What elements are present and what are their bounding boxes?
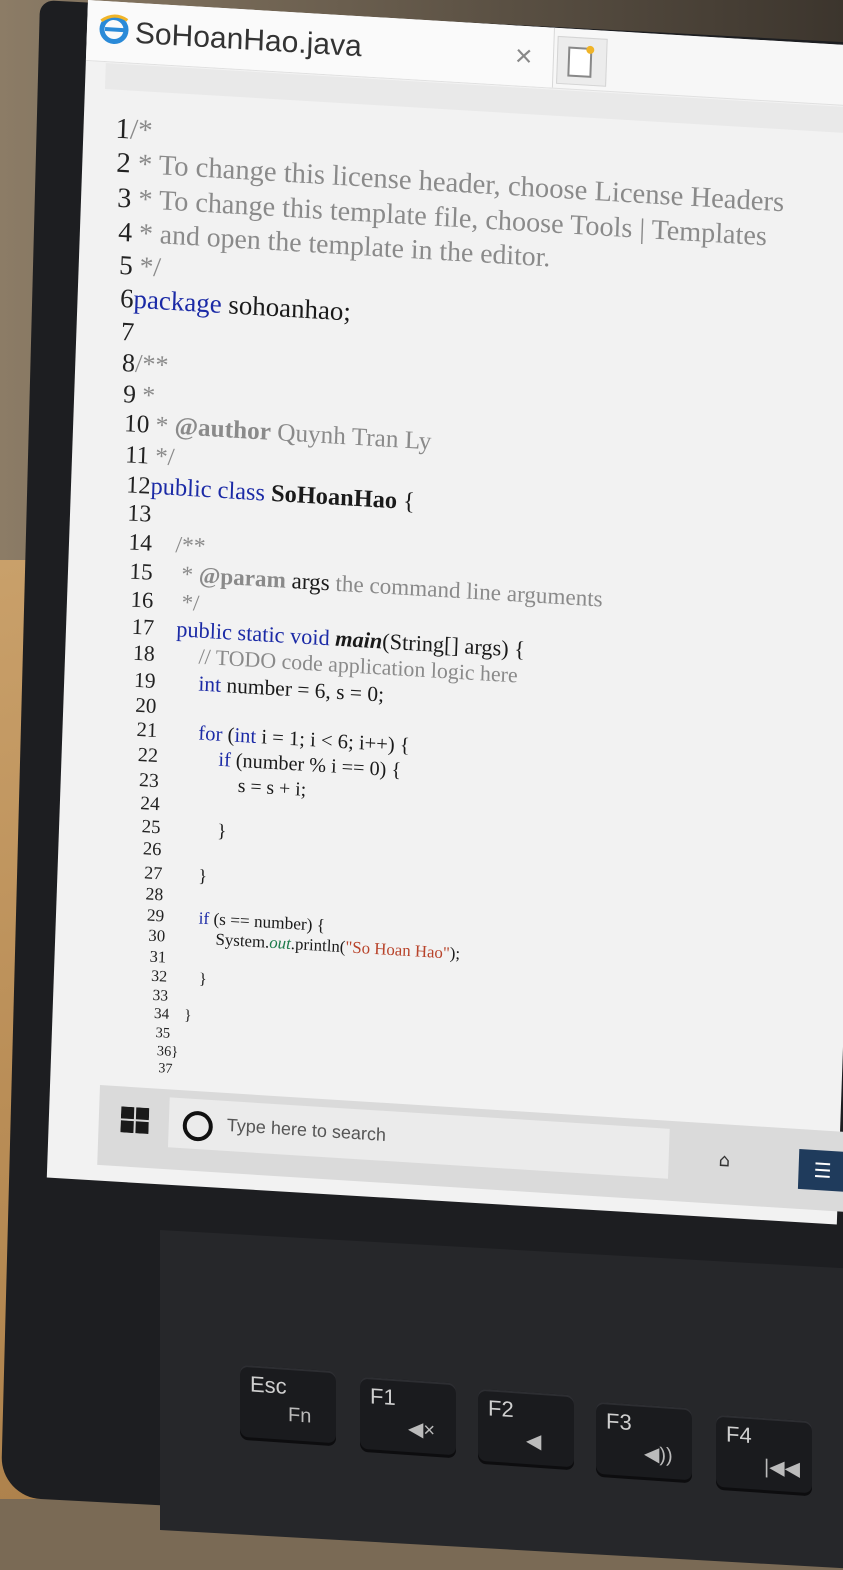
key-secondary-icon: Fn	[288, 1404, 312, 1428]
line-number: 35	[155, 1024, 171, 1042]
code-token: }	[168, 1006, 192, 1025]
key-f3[interactable]: F3 ◀))	[596, 1401, 692, 1481]
line-number: 22	[137, 743, 159, 768]
code-token: int	[234, 724, 257, 748]
line-number: 20	[134, 692, 157, 718]
line-number: 5	[118, 249, 134, 281]
line-number: 17	[131, 613, 155, 640]
line-number: 25	[141, 816, 161, 839]
code-token: /*	[129, 113, 154, 147]
key-esc[interactable]: Esc Fn	[240, 1364, 336, 1444]
line-number: 28	[145, 882, 164, 904]
line-number: 9	[122, 379, 137, 409]
code-token: *	[135, 379, 156, 410]
line-number: 11	[124, 440, 150, 470]
cortana-circle-icon	[182, 1110, 214, 1143]
code-token: *	[148, 411, 176, 441]
line-number: 4	[117, 216, 133, 249]
laptop-screen: SoHoanHao.java × ↻ 1/* 2 * To change this…	[46, 0, 843, 1225]
code-token: main	[329, 625, 383, 654]
line-number: 23	[138, 768, 160, 792]
line-number: 32	[150, 967, 168, 986]
line-number: 1	[115, 112, 131, 146]
code-token: }	[161, 862, 208, 886]
line-number: 33	[152, 986, 169, 1005]
line-number: 34	[153, 1005, 170, 1023]
internet-explorer-icon	[99, 14, 129, 45]
line-number: 8	[121, 347, 136, 378]
line-number: 12	[125, 470, 152, 500]
key-label: F2	[488, 1395, 514, 1423]
windows-logo-icon[interactable]	[120, 1106, 150, 1135]
line-number: 6	[119, 282, 135, 314]
key-label: F4	[726, 1421, 752, 1449]
code-token: /**	[151, 530, 207, 560]
line-number: 37	[158, 1060, 173, 1077]
code-token: package	[133, 283, 223, 319]
line-number: 26	[142, 839, 162, 861]
code-token: out	[268, 932, 292, 954]
close-icon[interactable]: ×	[514, 39, 533, 74]
key-f1[interactable]: F1 ◀×	[360, 1376, 456, 1456]
code-token: {	[396, 486, 416, 515]
code-token: }	[160, 817, 227, 843]
code-token: );	[449, 943, 461, 964]
search-placeholder: Type here to search	[226, 1115, 387, 1145]
line-number: 24	[139, 792, 161, 815]
code-token: (	[222, 724, 235, 747]
key-secondary-icon: ◀	[526, 1430, 542, 1454]
line-number: 19	[133, 667, 157, 693]
code-token: if	[157, 745, 232, 772]
code-token: */	[132, 250, 162, 283]
line-number: 15	[129, 557, 154, 586]
code-token: }	[170, 1043, 179, 1060]
code-token: for	[156, 720, 223, 746]
line-number: 16	[130, 586, 154, 613]
key-label: F1	[370, 1383, 396, 1411]
line-number: 36	[156, 1042, 172, 1060]
line-number: 7	[120, 315, 135, 347]
line-number: 13	[126, 500, 152, 528]
key-label: F3	[606, 1408, 632, 1436]
line-number: 14	[127, 529, 153, 557]
code-token: */	[148, 442, 176, 471]
code-token: .println(	[290, 934, 346, 957]
key-secondary-icon: ◀×	[408, 1418, 436, 1442]
code-token: int	[155, 668, 222, 697]
line-number: 30	[148, 925, 166, 946]
code-token: args	[285, 567, 331, 596]
code-token: */	[152, 587, 200, 616]
new-tab-icon	[567, 45, 595, 78]
action-center-icon[interactable]: ☰	[797, 1148, 843, 1192]
new-tab-button[interactable]	[556, 35, 608, 87]
code-token: *	[152, 559, 200, 589]
code-token: @param	[198, 562, 287, 594]
network-tray-icon[interactable]: ⌂	[718, 1150, 730, 1172]
key-secondary-icon: |◀◀	[764, 1456, 800, 1481]
line-number: 31	[149, 946, 167, 967]
line-number: 10	[123, 410, 150, 439]
line-number: 27	[143, 861, 163, 883]
code-view: 1/* 2 * To change this license header, ch…	[51, 110, 843, 1118]
line-number: 21	[136, 718, 158, 743]
tab-title: SoHoanHao.java	[134, 16, 363, 64]
key-secondary-icon: ◀))	[644, 1443, 673, 1468]
line-number: 18	[132, 640, 156, 666]
code-token: @author	[174, 413, 272, 446]
key-label: Esc	[250, 1371, 287, 1399]
code-token: }	[166, 968, 208, 988]
key-f2[interactable]: F2 ◀	[478, 1388, 574, 1468]
code-token: if	[163, 906, 210, 929]
line-number: 29	[146, 905, 165, 926]
key-f4[interactable]: F4 |◀◀	[716, 1414, 812, 1494]
code-token: /**	[134, 348, 169, 380]
